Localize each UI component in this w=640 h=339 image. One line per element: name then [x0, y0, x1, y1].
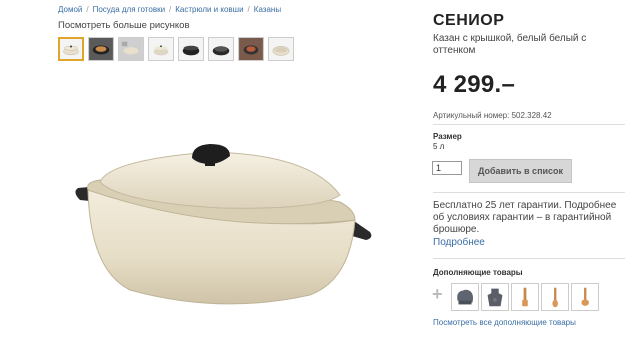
related-products-list	[451, 283, 601, 311]
breadcrumb-casseroles[interactable]: Казаны	[254, 5, 281, 14]
article-number: Артикульный номер: 502.328.42	[433, 111, 552, 120]
warranty-more-link[interactable]: Подробнее	[433, 237, 485, 248]
product-description: Казан с крышкой, белый белый с оттенком	[433, 33, 587, 56]
thumbnail-strip	[58, 37, 298, 61]
thumbnail-pot-kitchen[interactable]	[118, 37, 144, 61]
thumbnail-pot-side[interactable]	[148, 37, 174, 61]
thumbnail-pot-dark-cooking[interactable]	[88, 37, 114, 61]
more-pictures-label: Посмотреть больше рисунков	[58, 20, 190, 31]
breadcrumb-separator: /	[86, 5, 89, 14]
size-label: Размер	[433, 132, 462, 141]
divider	[433, 192, 625, 193]
breadcrumb-home[interactable]: Домой	[58, 5, 82, 14]
wooden-spoon-icon[interactable]	[541, 283, 569, 311]
thumbnail-pot-dark-open[interactable]	[208, 37, 234, 61]
product-name: СЕНИОР	[433, 12, 505, 29]
size-value: 5 л	[433, 142, 445, 151]
warranty-text: Бесплатно 25 лет гарантии. Подробнее об …	[433, 200, 617, 235]
breadcrumb: Домой / Посуда для готовки / Кастрюли и ковш…	[58, 5, 281, 14]
breadcrumb-separator: /	[169, 5, 172, 14]
product-image	[75, 144, 372, 305]
breadcrumb-separator: /	[247, 5, 250, 14]
plus-icon: +	[432, 284, 443, 304]
breadcrumb-cookware[interactable]: Посуда для готовки	[93, 5, 165, 14]
thumbnail-pot-food[interactable]	[238, 37, 264, 61]
view-all-related-link[interactable]: Посмотреть все дополняющие товары	[433, 318, 576, 327]
thumbnail-pot-dark[interactable]	[178, 37, 204, 61]
oven-mitt-icon[interactable]	[451, 283, 479, 311]
spatula-icon[interactable]	[511, 283, 539, 311]
product-price: 4 299.–	[433, 71, 516, 98]
thumbnail-pot-cream[interactable]	[58, 37, 84, 61]
apron-icon[interactable]	[481, 283, 509, 311]
wooden-ladle-icon[interactable]	[571, 283, 599, 311]
thumbnail-pot-cream-lid[interactable]	[268, 37, 294, 61]
breadcrumb-pots[interactable]: Кастрюли и ковши	[175, 5, 243, 14]
add-to-list-button[interactable]: Добавить в список	[469, 159, 572, 183]
related-products-title: Дополняющие товары	[433, 268, 523, 277]
divider	[433, 258, 625, 259]
quantity-input[interactable]	[432, 161, 462, 175]
divider	[433, 124, 625, 125]
